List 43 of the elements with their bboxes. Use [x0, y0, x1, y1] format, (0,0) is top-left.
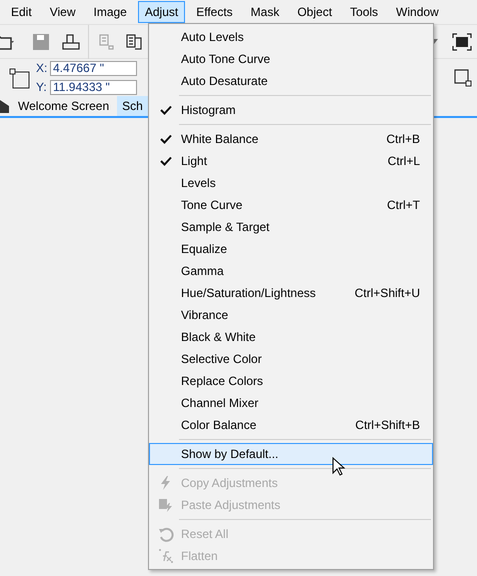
square-icon[interactable] — [454, 68, 472, 86]
transform-icon — [8, 66, 30, 88]
menu-option[interactable]: Tone Curve Ctrl+T — [149, 194, 433, 216]
save-icon[interactable] — [32, 32, 50, 50]
x-label: X: — [36, 60, 48, 77]
menu-option[interactable]: Equalize — [149, 238, 433, 260]
menu-option[interactable]: Show by Default... — [149, 443, 433, 465]
menu-item[interactable]: Object — [290, 1, 340, 23]
fx-icon — [158, 548, 174, 564]
menu-option[interactable]: Auto Tone Curve — [149, 48, 433, 70]
y-field[interactable]: 11.94333 " — [50, 80, 137, 94]
menu-option[interactable]: Gamma — [149, 260, 433, 282]
menu-item[interactable]: Mask — [244, 1, 286, 23]
menu-item[interactable]: Edit — [4, 1, 39, 23]
menu-option[interactable]: Light Ctrl+L — [149, 150, 433, 172]
clipboard-icon — [158, 497, 174, 513]
menu-option[interactable]: Auto Desaturate — [149, 70, 433, 92]
menu-item[interactable]: Image — [86, 1, 134, 23]
menu-option[interactable]: White Balance Ctrl+B — [149, 128, 433, 150]
menu-option[interactable]: Replace Colors — [149, 370, 433, 392]
y-label: Y: — [36, 79, 48, 96]
undo-icon — [158, 526, 174, 542]
menu-option[interactable]: Hue/Saturation/Lightness Ctrl+Shift+U — [149, 282, 433, 304]
documents-icon[interactable] — [125, 32, 143, 50]
menu-item[interactable]: Tools — [343, 1, 386, 23]
menu-option[interactable]: Levels — [149, 172, 433, 194]
menu-option[interactable]: Selective Color — [149, 348, 433, 370]
menu-item[interactable]: Adjust — [138, 1, 186, 23]
menu-option[interactable]: Channel Mixer — [149, 392, 433, 414]
menu-option[interactable]: Color Balance Ctrl+Shift+B — [149, 414, 433, 436]
menu-option[interactable]: Sample & Target — [149, 216, 433, 238]
menu-item[interactable]: Window — [389, 1, 446, 23]
print-icon[interactable] — [62, 32, 80, 50]
mouse-cursor-icon — [332, 457, 346, 477]
menu-option[interactable]: Vibrance — [149, 304, 433, 326]
document-tab[interactable]: Sch — [117, 96, 148, 116]
fullscreen-icon[interactable] — [452, 32, 472, 50]
menu-option[interactable]: Histogram — [149, 99, 433, 121]
menu-item[interactable]: View — [42, 1, 82, 23]
menu-option[interactable]: Auto Levels — [149, 26, 433, 48]
menu-item[interactable]: Effects — [189, 1, 240, 23]
x-field[interactable]: 4.47667 " — [50, 60, 137, 76]
menu-option[interactable]: Black & White — [149, 326, 433, 348]
